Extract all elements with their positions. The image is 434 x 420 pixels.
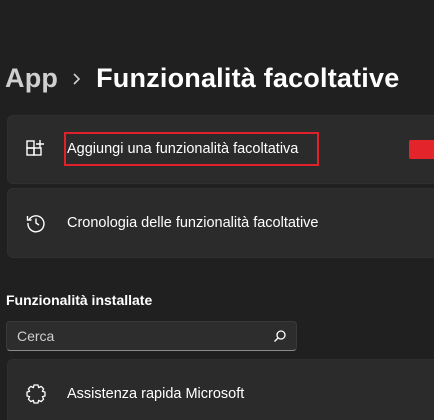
installed-features-heading: Funzionalità installate	[6, 292, 153, 308]
installed-feature-label: Assistenza rapida Microsoft	[67, 386, 245, 402]
history-icon	[25, 212, 47, 234]
installed-feature-item[interactable]: Assistenza rapida Microsoft	[7, 359, 434, 420]
add-apps-icon	[25, 139, 47, 161]
gear-puzzle-icon	[25, 383, 47, 405]
chevron-right-icon	[58, 58, 96, 98]
view-features-button[interactable]	[409, 140, 434, 159]
history-label: Cronologia delle funzionalità facoltativ…	[67, 215, 319, 231]
breadcrumb-parent-app[interactable]: App	[5, 63, 58, 94]
search-icon[interactable]	[273, 329, 287, 343]
optional-features-history-card[interactable]: Cronologia delle funzionalità facoltativ…	[7, 188, 434, 258]
search-box[interactable]	[6, 321, 297, 351]
search-input[interactable]	[7, 322, 267, 350]
optional-features-page: App Funzionalità facoltative Aggiungi un…	[0, 0, 434, 420]
highlight-box	[64, 132, 319, 166]
breadcrumb: App Funzionalità facoltative	[5, 58, 399, 98]
page-title: Funzionalità facoltative	[96, 62, 400, 93]
